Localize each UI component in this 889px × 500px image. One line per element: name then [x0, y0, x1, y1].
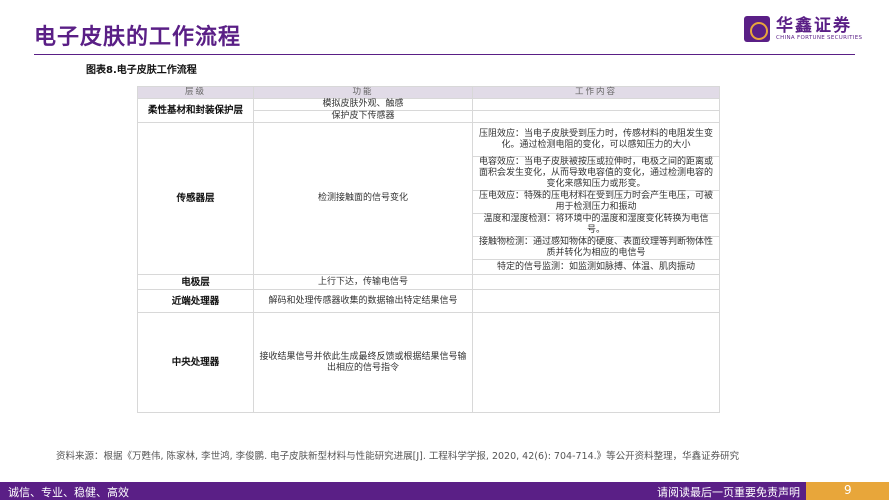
- function-cell: 检测接触面的信号变化: [253, 122, 473, 275]
- content-cell: 压阻效应：当电子皮肤受到压力时，传感材料的电阻发生变化。通过检测电阻的变化，可以…: [472, 122, 720, 157]
- figure-caption: 图表8.电子皮肤工作流程: [86, 65, 197, 76]
- page-number-box: 9: [806, 482, 889, 500]
- page-number: 9: [844, 483, 852, 497]
- table-row: 传感器层 检测接触面的信号变化 压阻效应：当电子皮肤受到压力时，传感材料的电阻发…: [137, 122, 720, 275]
- header-content: 工作内容: [472, 86, 720, 99]
- content-cell: 压电效应：特殊的压电材料在受到压力时会产生电压，可被用于检测压力和振动: [472, 190, 720, 214]
- header-function: 功能: [253, 86, 473, 99]
- content-cell: [472, 312, 720, 413]
- layer-cell: 近端处理器: [137, 289, 254, 313]
- workflow-table: 层级 功能 工作内容 柔性基材和封装保护层 模拟皮肤外观、触感 保护皮下传感器 …: [137, 86, 720, 413]
- table-row: 电极层 上行下达，传输电信号: [137, 274, 720, 290]
- layer-cell: 柔性基材和封装保护层: [137, 98, 254, 123]
- disclaimer-link[interactable]: 请阅读最后一页重要免责声明: [657, 484, 800, 500]
- function-cell: 模拟皮肤外观、触感: [253, 98, 473, 111]
- function-cell: 解码和处理传感器收集的数据输出特定结果信号: [253, 289, 473, 313]
- content-cell: 特定的信号监测：如监测如脉搏、体温、肌肉振动: [472, 259, 720, 275]
- content-cell: [472, 110, 720, 123]
- table-header-row: 层级 功能 工作内容: [137, 86, 720, 99]
- layer-cell: 电极层: [137, 274, 254, 290]
- function-cell: 上行下达，传输电信号: [253, 274, 473, 290]
- layer-cell: 传感器层: [137, 122, 254, 275]
- brand-logo: 华鑫证券 CHINA FORTUNE SECURITIES: [744, 16, 862, 42]
- source-note: 资料来源：根据《万甦伟, 陈家林, 李世鸿, 李俊鹏. 电子皮肤新型材料与性能研…: [56, 451, 740, 462]
- footer-bar: 诚信、专业、稳健、高效 请阅读最后一页重要免责声明: [0, 482, 806, 500]
- layer-cell: 中央处理器: [137, 312, 254, 413]
- content-cell: 电容效应：当电子皮肤被按压或拉伸时，电极之间的距离或面积会发生变化，从而导致电容…: [472, 156, 720, 191]
- content-cell: [472, 289, 720, 313]
- table-row: 近端处理器 解码和处理传感器收集的数据输出特定结果信号: [137, 289, 720, 313]
- table-row: 中央处理器 接收结果信号并依此生成最终反馈或根据结果信号输出相应的信号指令: [137, 312, 720, 413]
- logo-icon: [744, 16, 770, 42]
- logo-name-cn: 华鑫证券: [776, 15, 852, 36]
- content-cell: 接触物检测：通过感知物体的硬度、表面纹理等判断物体性质并转化为相应的电信号: [472, 236, 720, 260]
- header-divider: [34, 54, 855, 55]
- content-cell: 温度和湿度检测：将环境中的温度和湿度变化转换为电信号。: [472, 213, 720, 237]
- function-cell: 保护皮下传感器: [253, 110, 473, 123]
- table-row: 柔性基材和封装保护层 模拟皮肤外观、触感: [137, 98, 720, 123]
- logo-name-en: CHINA FORTUNE SECURITIES: [776, 34, 863, 41]
- content-cell: [472, 98, 720, 111]
- header-layer: 层级: [137, 86, 254, 99]
- page-title: 电子皮肤的工作流程: [34, 25, 242, 50]
- function-cell: 接收结果信号并依此生成最终反馈或根据结果信号输出相应的信号指令: [253, 312, 473, 413]
- footer-slogan: 诚信、专业、稳健、高效: [8, 486, 129, 499]
- content-cell: [472, 274, 720, 290]
